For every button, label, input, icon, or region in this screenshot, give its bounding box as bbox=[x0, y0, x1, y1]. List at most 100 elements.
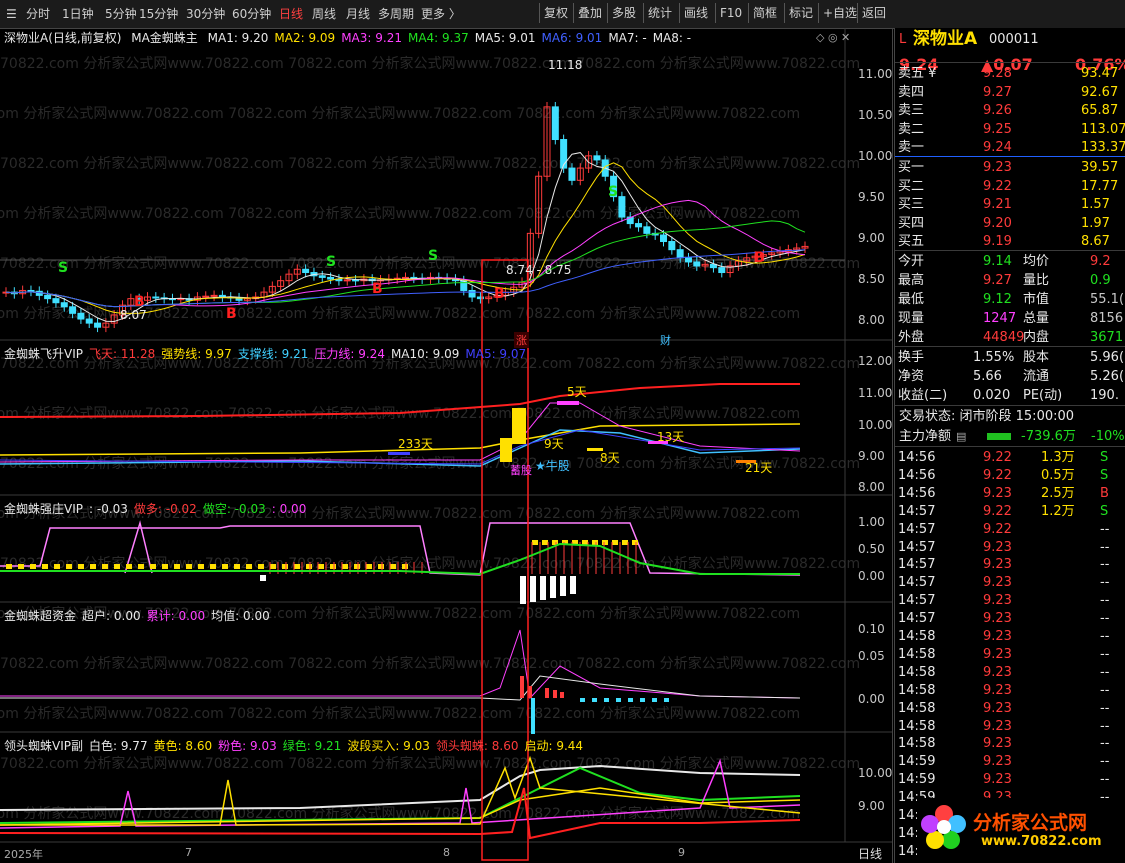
chart-settings-icon[interactable]: ◇ ◎ ✕ bbox=[816, 31, 850, 44]
period-tab-1[interactable]: 1日钟 bbox=[62, 5, 94, 23]
toolbar-button-2[interactable]: 多股 bbox=[607, 3, 640, 23]
ask-price: 9.25 bbox=[983, 121, 1012, 137]
qiangzhuang-yellow-dot bbox=[402, 564, 408, 569]
bar-yellow-1 bbox=[500, 438, 512, 462]
chaozi-cyan-dot bbox=[664, 698, 669, 702]
grid-icon[interactable]: ▤ bbox=[956, 427, 966, 446]
qiangzhuang-yellow-dot bbox=[42, 564, 48, 569]
qiangzhuang-yellow-dot bbox=[390, 564, 396, 569]
axis-sub1-0: 12.00 bbox=[858, 354, 893, 368]
qiangzhuang-yellow-dot bbox=[318, 564, 324, 569]
bid-row: 买三 9.21 1.57 bbox=[895, 195, 1125, 214]
tick-side: -- bbox=[1100, 772, 1110, 788]
tick-row: 14:57 9.23 -- bbox=[895, 574, 1125, 592]
tick-time: 14:56 bbox=[898, 467, 936, 483]
toolbar-button-5[interactable]: F10 bbox=[715, 3, 746, 23]
sub2_header-item-2: 做空: -0.03 bbox=[202, 502, 266, 516]
ask-row: 卖三 9.26 65.87 bbox=[895, 101, 1125, 120]
axis-main-5: 8.50 bbox=[858, 272, 885, 286]
period-tab-8[interactable]: 月线 bbox=[346, 5, 370, 23]
chaozi-red-bar bbox=[560, 692, 564, 698]
x-axis-month-9: 9 bbox=[678, 846, 685, 859]
main_header-item-0: MA1: 9.20 bbox=[207, 31, 269, 45]
candle-body bbox=[210, 294, 218, 297]
period-tab-10[interactable]: 更多 〉 bbox=[421, 5, 461, 23]
stock-name-label: 深物业A(日线,前复权) bbox=[4, 31, 122, 45]
sub1-name: 金蜘蛛飞升VIP bbox=[4, 347, 83, 361]
period-tab-3[interactable]: 15分钟 bbox=[139, 5, 178, 23]
period-tag[interactable]: 日线 bbox=[858, 845, 882, 862]
stat-row: 今开 9.14 均价 9.2 bbox=[895, 252, 1125, 271]
buy-mark: B bbox=[372, 281, 383, 297]
period-tab-7[interactable]: 周线 bbox=[312, 5, 336, 23]
net-flow-bar bbox=[987, 433, 1011, 440]
candle-body bbox=[402, 276, 409, 279]
days-label-21: 21天 bbox=[745, 461, 773, 475]
tick-row: 14:59 9.23 -- bbox=[895, 771, 1125, 789]
axis-sub1-3: 9.00 bbox=[858, 449, 885, 463]
qiangzhuang-yellow-dot bbox=[174, 564, 180, 569]
toolbar-button-3[interactable]: 统计 bbox=[643, 3, 676, 23]
main_header-item-5: MA6: 9.01 bbox=[541, 31, 603, 45]
zhuangzhu-label: 蓄股 bbox=[510, 464, 532, 477]
candle-body bbox=[52, 298, 60, 304]
level-mark-233 bbox=[388, 452, 410, 455]
chaozi-cyan-dot bbox=[628, 698, 633, 702]
qiangzhuang-white-bar bbox=[540, 576, 546, 600]
period-tab-9[interactable]: 多周期 bbox=[378, 5, 414, 23]
candle-body bbox=[27, 289, 35, 292]
period-tab-4[interactable]: 30分钟 bbox=[186, 5, 225, 23]
toolbar-button-6[interactable]: 简框 bbox=[748, 3, 781, 23]
bar-yellow-2 bbox=[512, 408, 526, 444]
qiangzhuang-yellow-dot-high bbox=[592, 540, 598, 545]
toolbar-button-8[interactable]: +自选 bbox=[818, 3, 861, 23]
toolbar-button-9[interactable]: 返回 bbox=[857, 3, 890, 23]
menu-icon[interactable]: ☰ bbox=[6, 5, 17, 23]
stat2-label-2: 股本 bbox=[1023, 350, 1050, 365]
tick-price: 9.22 bbox=[983, 467, 1012, 483]
period-tab-2[interactable]: 5分钟 bbox=[105, 5, 137, 23]
chaozi-cyan-dot bbox=[616, 698, 621, 702]
tick-time: 14:58 bbox=[898, 682, 936, 698]
tick-side: -- bbox=[1100, 611, 1110, 627]
toolbar-button-0[interactable]: 复权 bbox=[539, 3, 572, 23]
sub4_header-item-1: 黄色: 8.60 bbox=[153, 739, 213, 753]
tick-price: 9.23 bbox=[983, 718, 1012, 734]
qiangzhuang-yellow-dot bbox=[78, 564, 84, 569]
sub4_header-item-0: 白色: 9.77 bbox=[89, 739, 148, 753]
sub4-name: 领头蜘蛛VIP副 bbox=[4, 739, 83, 753]
axis-sub4-0: 10.00 bbox=[858, 766, 893, 780]
bid-volume: 8.67 bbox=[1081, 234, 1110, 250]
period-tab-6[interactable]: 日线 bbox=[279, 5, 303, 23]
tick-price: 9.23 bbox=[983, 485, 1012, 501]
period-tab-0[interactable]: 分时 bbox=[26, 5, 50, 23]
qiangzhuang-yellow-dot bbox=[186, 564, 192, 569]
tick-time: 14:57 bbox=[898, 557, 936, 573]
candle-body bbox=[660, 234, 668, 243]
tick-row: 14:57 9.23 -- bbox=[895, 610, 1125, 628]
stat-value-2: 8156 bbox=[1090, 311, 1124, 326]
bid-label: 买三 bbox=[898, 197, 925, 213]
stat2-label-2: PE(动) bbox=[1023, 388, 1063, 403]
stat-label-2: 内盘 bbox=[1023, 330, 1050, 345]
toolbar-button-4[interactable]: 画线 bbox=[679, 3, 712, 23]
main_header-item-4: MA5: 9.01 bbox=[474, 31, 536, 45]
ask-row: 卖四 9.27 92.67 bbox=[895, 83, 1125, 102]
chaozi-red-bar bbox=[520, 676, 524, 698]
stat2-value-2: 5.96( bbox=[1090, 350, 1125, 365]
axis-main-1: 10.50 bbox=[858, 108, 893, 122]
stat2-label: 换手 bbox=[898, 350, 925, 365]
stat-row: 最低 9.12 市值 55.1( bbox=[895, 290, 1125, 309]
qiangzhuang-white-bar bbox=[570, 576, 576, 594]
bid-row: 买四 9.20 1.97 bbox=[895, 214, 1125, 233]
stats2-divider bbox=[895, 405, 1125, 406]
tick-side: -- bbox=[1100, 539, 1110, 555]
toolbar-button-1[interactable]: 叠加 bbox=[573, 3, 606, 23]
candle-body bbox=[684, 257, 692, 263]
tick-volume: 2.5万 bbox=[1041, 485, 1075, 501]
toolbar-button-7[interactable]: 标记 bbox=[784, 3, 817, 23]
kline-chart-area[interactable]: 70822.com 分析家公式网www.70822.com 70822.com … bbox=[0, 28, 893, 863]
sub4_header-item-6: 启动: 9.44 bbox=[524, 739, 584, 753]
period-tab-5[interactable]: 60分钟 bbox=[232, 5, 271, 23]
main_header-item-6: MA7: - bbox=[608, 31, 647, 45]
